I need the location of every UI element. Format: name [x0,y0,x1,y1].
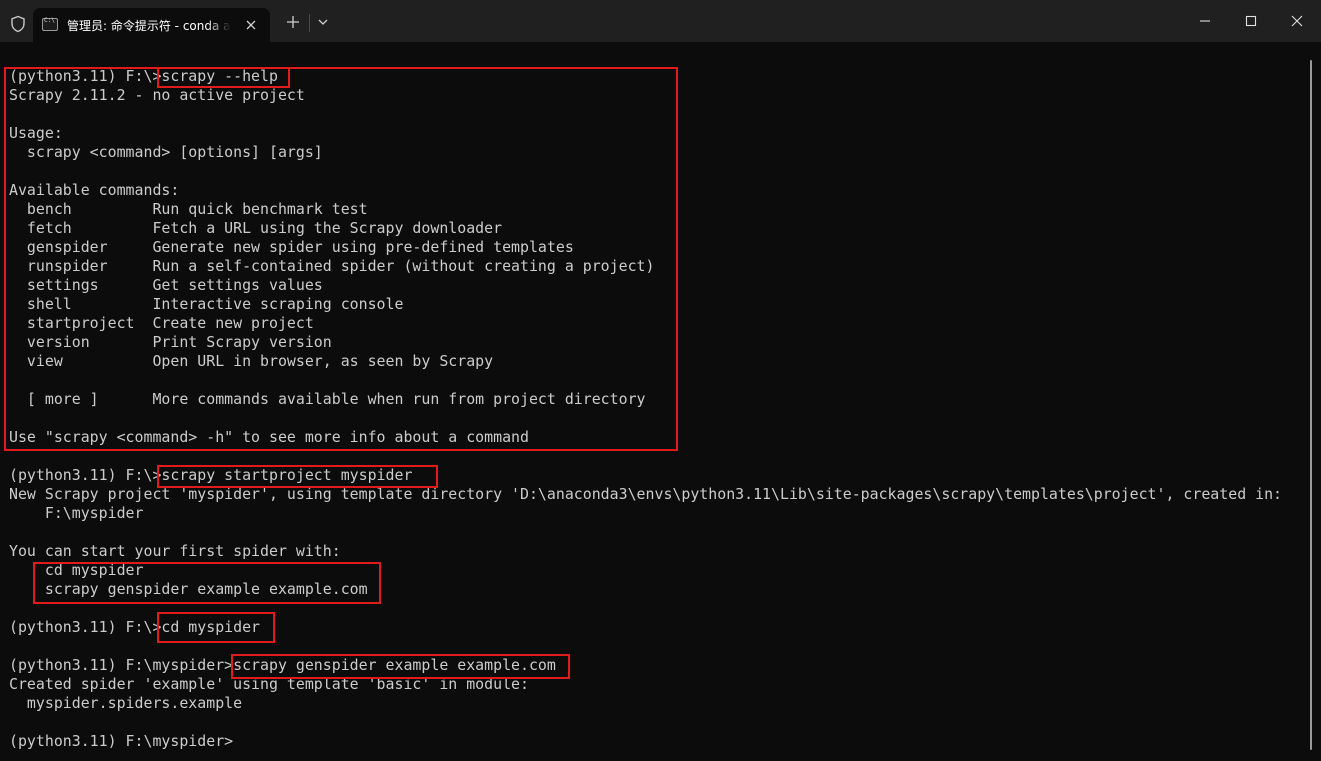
terminal-line: settings Get settings values [9,276,323,294]
terminal-line: shell Interactive scraping console [9,295,404,313]
shield-icon [10,15,26,33]
terminal-icon: C:\ [42,17,58,31]
terminal-line: view Open URL in browser, as seen by Scr… [9,352,494,370]
terminal-line: [ more ] More commands available when ru… [9,390,646,408]
terminal-line: scrapy <command> [options] [args] [9,143,323,161]
terminal-line: You can start your first spider with: [9,542,341,560]
terminal-line: scrapy genspider example example.com [9,580,368,598]
tab-dropdown-button[interactable] [311,10,335,34]
terminal-line: (python3.11) F:\>scrapy --help [9,67,278,85]
terminal-line: (python3.11) F:\>scrapy startproject mys… [9,466,413,484]
terminal-line: Created spider 'example' using template … [9,675,529,693]
terminal-line: cd myspider [9,561,144,579]
scrollbar[interactable] [1310,60,1312,750]
terminal-line: (python3.11) F:\myspider> [9,732,234,750]
plus-icon [287,16,299,28]
terminal-line: runspider Run a self-contained spider (w… [9,257,655,275]
terminal-line: F:\myspider [9,504,144,522]
minimize-icon [1200,20,1210,22]
terminal-line: version Print Scrapy version [9,333,332,351]
terminal-line: New Scrapy project 'myspider', using tem… [9,485,1283,503]
terminal-line: (python3.11) F:\myspider>scrapy genspide… [9,656,556,674]
maximize-icon [1245,15,1257,27]
close-icon[interactable] [243,17,259,33]
terminal-line: (python3.11) F:\>cd myspider [9,618,261,636]
terminal-line: Use "scrapy <command> -h" to see more in… [9,428,529,446]
terminal-output[interactable]: (python3.11) F:\>scrapy --help Scrapy 2.… [0,42,1321,761]
terminal-line: Scrapy 2.11.2 - no active project [9,86,305,104]
new-tab-button[interactable] [281,10,305,34]
terminal-window: C:\ 管理员: 命令提示符 - conda activate python3.… [0,0,1321,761]
tab-separator [309,14,310,32]
terminal-line: fetch Fetch a URL using the Scrapy downl… [9,219,503,237]
terminal-line: Usage: [9,124,63,142]
terminal-line: myspider.spiders.example [9,694,243,712]
minimize-button[interactable] [1182,0,1228,42]
maximize-button[interactable] [1228,0,1274,42]
terminal-line: Available commands: [9,181,180,199]
title-bar: C:\ 管理员: 命令提示符 - conda activate python3.… [0,0,1321,42]
terminal-line: genspider Generate new spider using pre-… [9,238,574,256]
terminal-line: bench Run quick benchmark test [9,200,368,218]
terminal-line: startproject Create new project [9,314,314,332]
tab-title: 管理员: 命令提示符 - conda activate python3.11 [67,19,231,33]
close-window-button[interactable] [1274,0,1320,42]
chevron-down-icon [318,19,328,25]
close-icon [1291,15,1303,27]
tab-command-prompt[interactable]: C:\ 管理员: 命令提示符 - conda activate python3.… [33,8,270,42]
